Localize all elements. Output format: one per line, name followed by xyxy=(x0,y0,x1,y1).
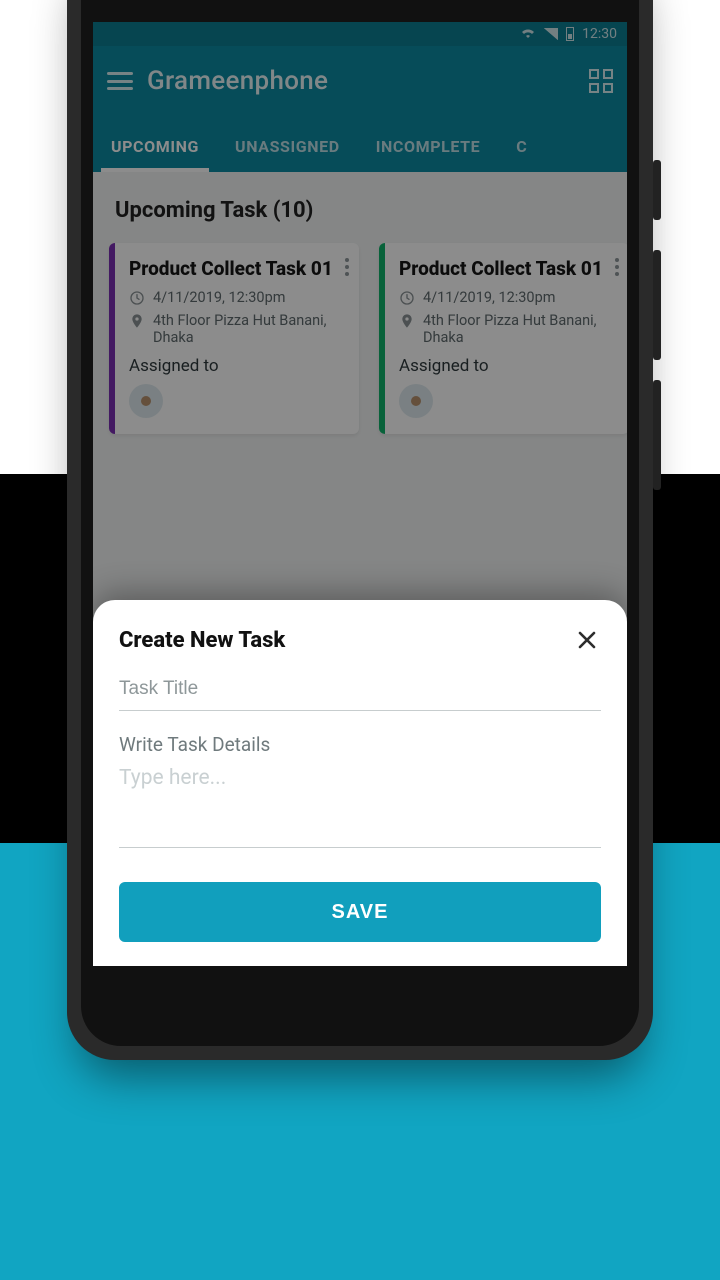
task-details-input[interactable] xyxy=(119,762,601,848)
task-title-input[interactable] xyxy=(119,670,601,711)
create-task-sheet: Create New Task Write Task Details SAVE xyxy=(93,600,627,966)
phone-frame: 12:30 Grameenphone UPCOMING UNASSIGNED I… xyxy=(67,0,653,1060)
details-label: Write Task Details xyxy=(119,733,601,756)
app-screen: 12:30 Grameenphone UPCOMING UNASSIGNED I… xyxy=(93,22,627,966)
close-icon[interactable] xyxy=(573,626,601,654)
save-button[interactable]: SAVE xyxy=(119,882,601,942)
sheet-title: Create New Task xyxy=(119,628,285,653)
